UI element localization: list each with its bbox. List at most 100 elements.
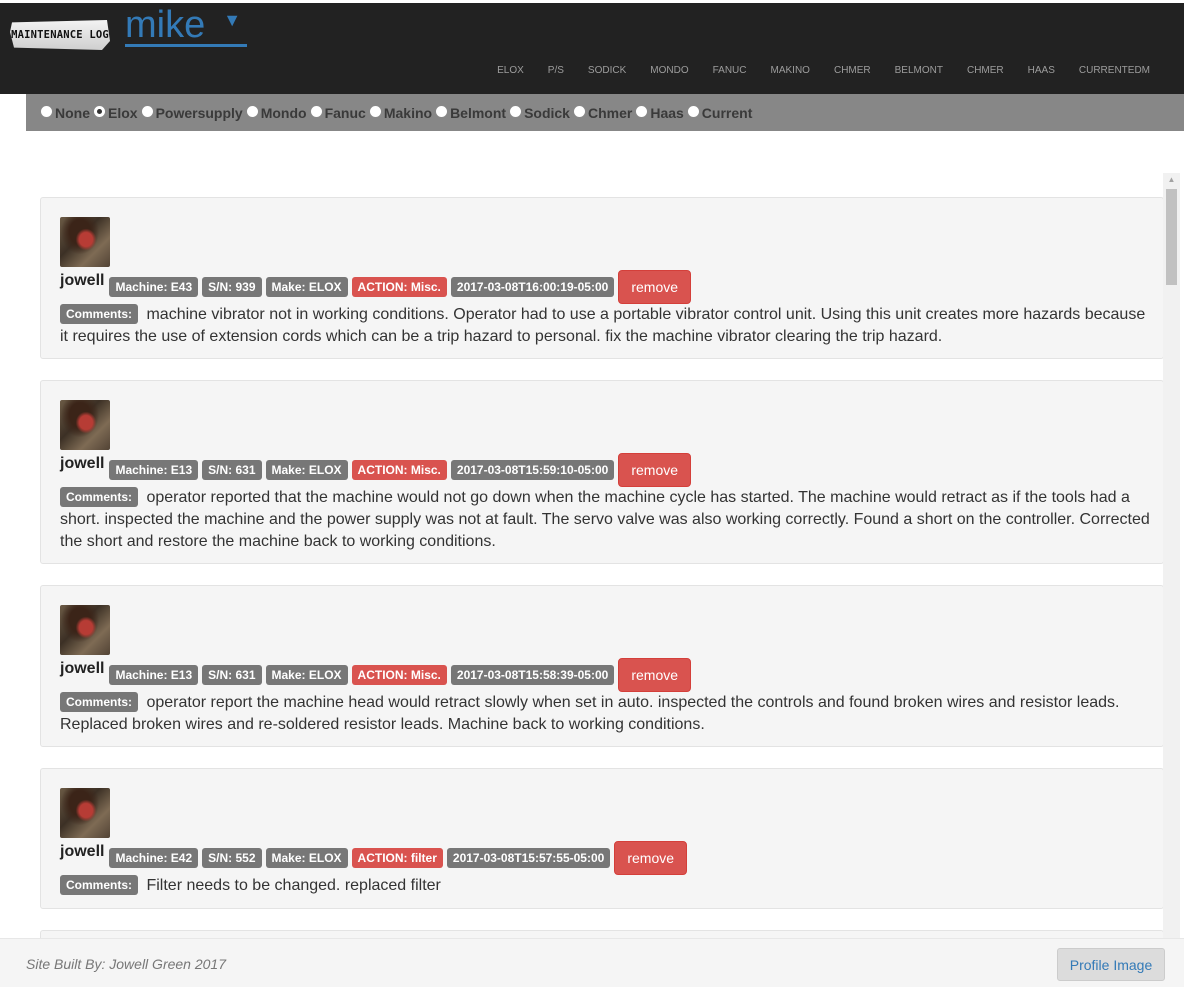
filter-makino[interactable]: Makino [368,104,433,121]
log-entries-list[interactable]: jowell Machine: E43 S/N: 939 Make: ELOX … [40,173,1180,938]
entry-comment: Comments: operator reported that the mac… [60,487,1155,571]
action-badge: ACTION: Misc. [351,665,447,685]
filter-mondo[interactable]: Mondo [245,105,307,121]
machine-badge: Machine: E13 [109,665,199,685]
log-entry-card: jowell Machine: E42 S/N: 552 Make: ELOX … [40,768,1164,909]
entry-meta-row: jowell Machine: E42 S/N: 552 Make: ELOX … [60,841,1155,875]
comments-badge: Comments: [60,487,139,507]
nav-link-sodick[interactable]: SODICK [576,65,638,77]
log-entry-card-partial [40,930,1164,938]
comment-text: operator report the machine head would r… [60,694,1120,733]
profile-image-button[interactable]: Profile Image [1057,948,1165,981]
nav-link-chmer-2[interactable]: CHMER [955,65,1016,77]
site-credit: Site Built By: Jowell Green 2017 [26,956,226,972]
filter-label: Powersupply [155,104,243,121]
user-avatar [60,400,110,450]
user-dropdown[interactable]: mike ▼ [125,5,248,47]
comment-text: Filter needs to be changed. replaced fil… [146,877,441,894]
site-logo[interactable]: MAINTENANCE LOG [10,20,110,50]
comment-text: operator reported that the machine would… [60,489,1150,550]
log-entry-card: jowell Machine: E43 S/N: 939 Make: ELOX … [40,197,1164,359]
radio-button[interactable] [572,105,586,118]
radio-button[interactable] [245,105,259,118]
serial-badge: S/N: 552 [202,848,262,868]
filter-belmont[interactable]: Belmont [435,105,506,121]
scroll-up-arrow-icon[interactable]: ▲ [1163,173,1180,187]
radio-button[interactable] [635,105,649,118]
radio-button[interactable] [509,105,523,118]
vertical-scrollbar[interactable]: ▲ [1163,173,1180,938]
serial-badge: S/N: 631 [202,460,262,480]
nav-link-fanuc[interactable]: FANUC [701,65,759,77]
filter-sodick[interactable]: Sodick [509,105,570,121]
nav-link-currentedm[interactable]: CURRENTEDM [1067,65,1162,77]
user-avatar [60,605,110,655]
logo-text: MAINTENANCE LOG [11,29,109,41]
machine-nav: ELOX P/S SODICK MONDO FANUC MAKINO CHMER… [485,65,1162,77]
remove-button[interactable]: remove [618,658,692,692]
entry-meta-row: jowell Machine: E43 S/N: 939 Make: ELOX … [60,270,1155,304]
make-badge: Make: ELOX [265,460,348,480]
entry-username: jowell [60,455,105,472]
filter-label: Sodick [524,104,570,121]
filter-label: Fanuc [324,104,366,121]
filter-current[interactable]: Current [686,104,753,121]
nav-link-makino[interactable]: MAKINO [759,65,822,77]
filter-powersupply[interactable]: Powersupply [140,104,243,121]
remove-button[interactable]: remove [618,270,692,304]
nav-link-mondo[interactable]: MONDO [638,65,700,77]
filter-label: Current [701,104,753,121]
filter-label: None [55,104,90,121]
remove-button[interactable]: remove [614,841,688,875]
nav-link-belmont[interactable]: BELMONT [883,65,955,77]
serial-badge: S/N: 631 [202,665,262,685]
action-badge: ACTION: Misc. [351,460,447,480]
nav-link-ps[interactable]: P/S [536,65,576,77]
entry-comment: Comments: operator report the machine he… [60,692,1155,754]
radio-button[interactable] [686,105,700,118]
make-badge: Make: ELOX [265,277,348,297]
comment-text: machine vibrator not in working conditio… [60,306,1146,345]
filter-fanuc[interactable]: Fanuc [309,104,366,121]
scrollbar-thumb[interactable] [1166,189,1177,285]
remove-button[interactable]: remove [618,453,692,487]
entry-comment: Comments: machine vibrator not in workin… [60,304,1155,366]
radio-button[interactable] [40,105,53,118]
filter-label: Chmer [587,104,633,121]
entry-username: jowell [60,272,105,289]
user-avatar [60,217,110,267]
radio-button-checked[interactable] [93,105,106,118]
filter-label: Makino [383,104,433,121]
timestamp-badge: 2017-03-08T15:58:39-05:00 [450,665,615,685]
entry-meta-row: jowell Machine: E13 S/N: 631 Make: ELOX … [60,453,1155,487]
action-badge: ACTION: Misc. [351,277,447,297]
machine-badge: Machine: E13 [109,460,199,480]
make-badge: Make: ELOX [265,665,348,685]
caret-down-icon: ▼ [223,10,242,30]
make-badge: Make: ELOX [265,848,348,868]
machine-filter-bar: None Elox Powersupply Mondo Fanuc Makino… [26,94,1184,131]
log-entry-card: jowell Machine: E13 S/N: 631 Make: ELOX … [40,380,1164,564]
nav-link-haas[interactable]: HAAS [1016,65,1067,77]
entry-meta-row: jowell Machine: E13 S/N: 631 Make: ELOX … [60,658,1155,692]
radio-button[interactable] [435,105,449,118]
user-avatar [60,788,110,838]
comments-badge: Comments: [60,692,139,712]
entry-username: jowell [60,843,105,860]
radio-button[interactable] [368,105,382,118]
radio-button[interactable] [309,105,323,118]
filter-elox[interactable]: Elox [93,105,138,121]
entry-username: jowell [60,660,105,677]
nav-link-elox[interactable]: ELOX [485,65,536,77]
filter-chmer[interactable]: Chmer [572,104,633,121]
filter-haas[interactable]: Haas [635,105,684,121]
radio-button[interactable] [140,105,154,118]
top-navbar: MAINTENANCE LOG mike ▼ ELOX P/S SODICK M… [0,0,1184,94]
timestamp-badge: 2017-03-08T15:57:55-05:00 [446,848,611,868]
log-entry-card: jowell Machine: E13 S/N: 631 Make: ELOX … [40,585,1164,747]
nav-link-chmer[interactable]: CHMER [822,65,883,77]
entry-comment: Comments: Filter needs to be changed. re… [60,875,1155,915]
machine-badge: Machine: E43 [109,277,199,297]
machine-badge: Machine: E42 [109,848,199,868]
filter-none[interactable]: None [40,105,90,121]
